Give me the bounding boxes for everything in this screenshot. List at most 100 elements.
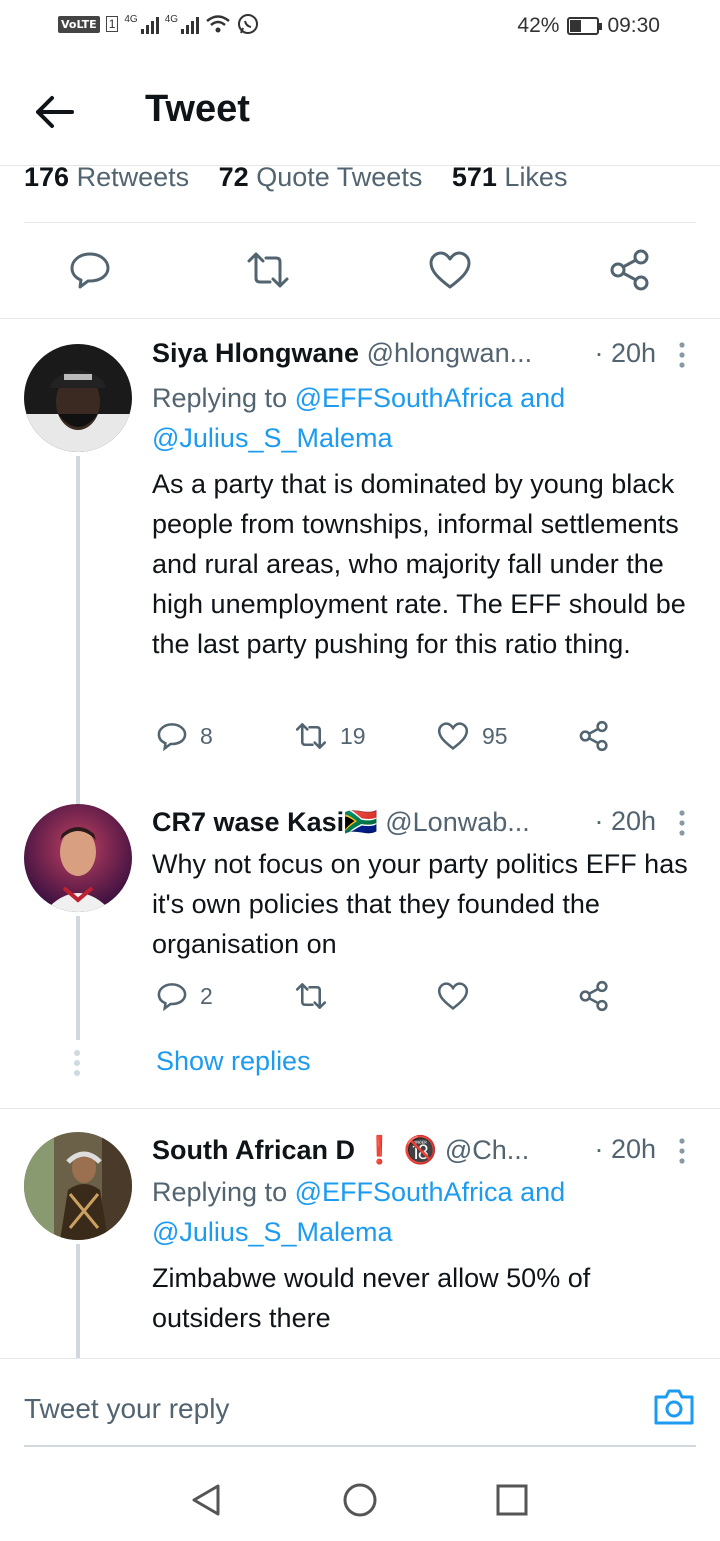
heart-icon (429, 251, 471, 289)
more-options-button[interactable] (672, 340, 692, 370)
tweet-time: · 20h (594, 806, 656, 836)
like-count: 95 (482, 722, 508, 749)
heart-icon (437, 722, 469, 750)
camera-icon (654, 1389, 694, 1425)
mention-link[interactable]: @Julius_S_Malema (152, 1217, 393, 1247)
retweets-stat[interactable]: 176 Retweets (24, 162, 189, 192)
reply-icon (157, 983, 187, 1012)
avatar[interactable] (24, 344, 132, 452)
tweet-text: Zimbabwe would never allow 50% of outsid… (152, 1263, 591, 1333)
reply-tweet[interactable]: CR7 wase Kasi🇿🇦 @Lonwab... · 20h Why not… (0, 790, 720, 1108)
more-vertical-icon (679, 1138, 685, 1164)
tweet-time: · 20h (594, 1134, 656, 1164)
flag-emoji: 🇿🇦 (344, 807, 378, 837)
battery-percent: 42% (517, 14, 560, 37)
reply-count: 2 (200, 982, 213, 1009)
age-restricted-emoji: 🔞 (403, 1135, 438, 1165)
thread-continuation-dots (74, 1050, 82, 1080)
exclamation-emoji: ❗ (362, 1135, 397, 1165)
retweet-button[interactable] (294, 980, 340, 1012)
author-handle[interactable]: @hlongwan... (367, 338, 533, 368)
share-button[interactable] (608, 248, 652, 292)
app-header: Tweet (0, 56, 720, 166)
tweet-text: As a party that is dominated by young bl… (152, 469, 686, 659)
sim-indicator: 1 (105, 16, 119, 32)
share-button[interactable] (578, 720, 610, 752)
square-recents-icon (496, 1484, 528, 1516)
retweet-count: 19 (340, 722, 366, 749)
divider (0, 318, 720, 319)
wifi-icon (206, 15, 230, 33)
avatar[interactable] (24, 1132, 132, 1240)
tweet-text: Why not focus on your party politics EFF… (152, 849, 688, 959)
back-arrow-icon (36, 96, 74, 128)
reply-button[interactable]: 2 (156, 980, 213, 1012)
mention-link[interactable]: @EFFSouthAfrica (295, 383, 513, 413)
circle-home-icon (343, 1483, 377, 1517)
more-vertical-icon (679, 342, 685, 368)
quote-tweets-stat[interactable]: 72 Quote Tweets (219, 162, 423, 192)
volte-indicator: VoLTE (58, 15, 100, 33)
clock: 09:30 (607, 14, 660, 37)
author-name[interactable]: CR7 wase Kasi (152, 807, 344, 837)
triangle-back-icon (192, 1484, 220, 1516)
thread-line (76, 790, 80, 804)
user-avatar-image (24, 344, 132, 452)
back-button[interactable] (32, 90, 80, 134)
battery-icon (567, 17, 603, 35)
author-name[interactable]: South African D (152, 1135, 355, 1165)
reply-tweet[interactable]: South African D ❗ 🔞 @Ch... · 20h Replyin… (0, 1110, 720, 1358)
retweet-button[interactable] (246, 248, 290, 292)
author-name[interactable]: Siya Hlongwane (152, 338, 359, 368)
replying-to: Replying to @EFFSouthAfrica and @Julius_… (152, 383, 566, 453)
retweet-icon (295, 723, 327, 749)
mention-link[interactable]: @Julius_S_Malema (152, 423, 393, 453)
likes-stat[interactable]: 571 Likes (452, 162, 568, 192)
camera-button[interactable] (652, 1387, 696, 1427)
thread-line (76, 916, 80, 1040)
page-title: Tweet (145, 88, 250, 130)
tweet-time: · 20h (594, 338, 656, 368)
thread-line (76, 456, 80, 790)
nav-recents-button[interactable] (492, 1480, 532, 1520)
reply-button[interactable]: 8 (156, 720, 213, 752)
share-button[interactable] (578, 980, 610, 1012)
reply-button[interactable] (68, 248, 112, 292)
more-options-button[interactable] (672, 1136, 692, 1166)
reply-actions: 2 (152, 980, 632, 1020)
user-avatar-image (24, 804, 132, 912)
reply-input[interactable]: Tweet your reply (24, 1359, 696, 1447)
tweet-stats: 176 Retweets 72 Quote Tweets 571 Likes (24, 162, 567, 193)
retweet-button[interactable]: 19 (294, 720, 366, 752)
share-icon (579, 980, 608, 1012)
author-handle[interactable]: @Ch... (445, 1135, 529, 1165)
like-button[interactable] (428, 248, 472, 292)
tweet-action-bar (0, 222, 720, 318)
signal-icon-2: 4G (165, 14, 200, 34)
retweet-icon (295, 983, 327, 1009)
mention-link[interactable]: @EFFSouthAfrica (295, 1177, 513, 1207)
more-vertical-icon (679, 810, 685, 836)
system-nav-bar (0, 1450, 720, 1541)
nav-home-button[interactable] (340, 1480, 380, 1520)
reply-icon (70, 252, 110, 289)
reply-input-placeholder: Tweet your reply (24, 1393, 230, 1424)
thread-line (76, 1244, 80, 1358)
reply-count: 8 (200, 722, 213, 749)
avatar[interactable] (24, 804, 132, 912)
retweet-icon (247, 252, 289, 288)
more-options-button[interactable] (672, 808, 692, 838)
author-handle[interactable]: @Lonwab... (385, 807, 530, 837)
signal-icon: 4G (124, 14, 159, 34)
reply-compose-bar: Tweet your reply (0, 1358, 720, 1448)
whatsapp-icon (238, 14, 259, 34)
status-bar: VoLTE 1 4G 4G 42% 09:30 (0, 0, 720, 56)
like-button[interactable]: 95 (436, 720, 508, 752)
replying-to: Replying to @EFFSouthAfrica and @Julius_… (152, 1177, 566, 1247)
like-button[interactable] (436, 980, 482, 1012)
show-replies-link[interactable]: Show replies (156, 1046, 311, 1077)
divider (0, 1108, 720, 1109)
nav-back-button[interactable] (186, 1480, 226, 1520)
reply-tweet[interactable]: Siya Hlongwane @hlongwan... · 20h Replyi… (0, 320, 720, 790)
heart-icon (437, 982, 469, 1010)
